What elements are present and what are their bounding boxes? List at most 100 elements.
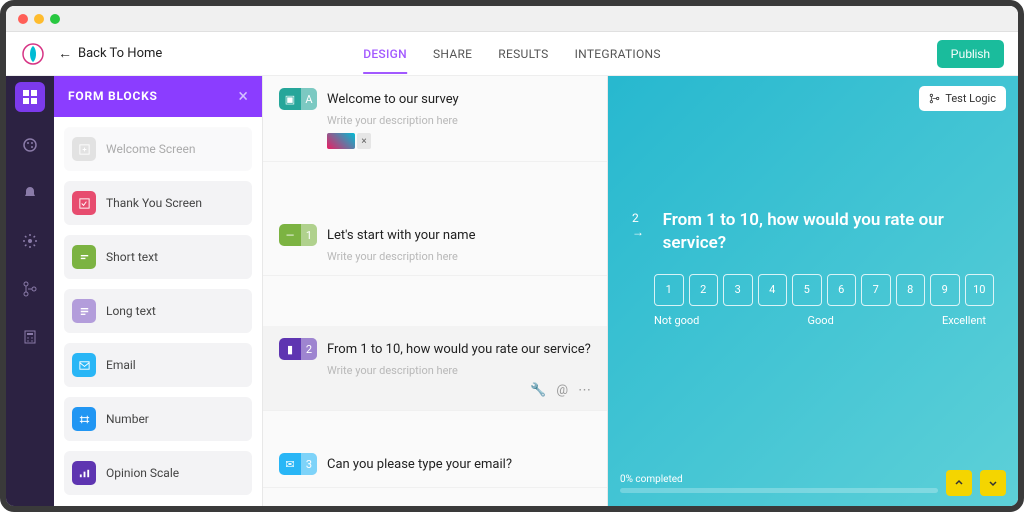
question-item-email[interactable]: ✉3 Can you please type your email? <box>263 441 607 488</box>
question-desc-placeholder[interactable]: Write your description here <box>327 114 591 127</box>
shorttext-badge-icon: — <box>279 224 301 246</box>
palette-icon <box>22 137 38 153</box>
scale-labels: Not good Good Excellent <box>632 314 994 327</box>
scale-option-7[interactable]: 7 <box>861 274 891 306</box>
opinion-scale-icon <box>72 461 96 485</box>
app-logo <box>20 41 46 67</box>
question-item-name[interactable]: —1 Let's start with your name Write your… <box>263 212 607 276</box>
question-tools: 🔧 @ ⋯ <box>279 383 591 398</box>
preview-prev-button[interactable] <box>946 470 972 496</box>
preview-next-button[interactable] <box>980 470 1006 496</box>
block-label: Long text <box>106 304 156 318</box>
mac-close-button[interactable] <box>18 14 28 24</box>
blocks-panel-close[interactable]: × <box>238 86 248 107</box>
tab-design[interactable]: DESIGN <box>363 33 407 74</box>
welcome-icon <box>72 137 96 161</box>
form-preview: Test Logic 2 → From 1 to 10, how would y… <box>608 76 1018 506</box>
block-number[interactable]: Number <box>64 397 252 441</box>
question-item-rating[interactable]: ▮2 From 1 to 10, how would you rate our … <box>263 326 607 411</box>
blocks-panel-title: FORM BLOCKS <box>68 89 158 103</box>
block-welcome-screen[interactable]: Welcome Screen <box>64 127 252 171</box>
question-title: Can you please type your email? <box>327 457 512 472</box>
question-badge: 3 <box>301 453 317 475</box>
scale-label-left: Not good <box>654 314 699 327</box>
preview-footer: 0% completed <box>608 460 1018 506</box>
chevron-up-icon <box>954 478 964 488</box>
scale-option-8[interactable]: 8 <box>896 274 926 306</box>
scale-option-10[interactable]: 10 <box>965 274 995 306</box>
progress-bar <box>620 488 938 493</box>
bell-icon <box>22 185 38 201</box>
thankyou-icon <box>72 191 96 215</box>
block-label: Email <box>106 358 136 372</box>
question-title: Let's start with your name <box>327 228 475 243</box>
mac-minimize-button[interactable] <box>34 14 44 24</box>
question-editor: ▣A Welcome to our survey Write your desc… <box>262 76 608 506</box>
tool-at-icon[interactable]: @ <box>556 383 568 398</box>
scale-badge-icon: ▮ <box>279 338 301 360</box>
email-badge-icon: ✉ <box>279 453 301 475</box>
test-logic-button[interactable]: Test Logic <box>919 86 1006 111</box>
arrow-left-icon: ← <box>58 45 72 62</box>
short-text-icon <box>72 245 96 269</box>
publish-button[interactable]: Publish <box>937 40 1004 68</box>
scale-option-6[interactable]: 6 <box>827 274 857 306</box>
question-desc-placeholder[interactable]: Write your description here <box>327 250 591 263</box>
email-icon <box>72 353 96 377</box>
blocks-list: Welcome Screen Thank You Screen Short te… <box>54 117 262 505</box>
block-label: Number <box>106 412 149 426</box>
welcome-badge-icon: ▣ <box>279 88 301 110</box>
tab-integrations[interactable]: INTEGRATIONS <box>575 33 661 74</box>
block-long-text[interactable]: Long text <box>64 289 252 333</box>
blocks-panel-header: FORM BLOCKS × <box>54 76 262 117</box>
block-opinion-scale[interactable]: Opinion Scale <box>64 451 252 495</box>
question-desc-placeholder[interactable]: Write your description here <box>327 364 591 377</box>
branch-icon <box>22 281 38 297</box>
question-title: Welcome to our survey <box>327 92 459 107</box>
block-label: Opinion Scale <box>106 466 179 480</box>
question-badge: 2 <box>301 338 317 360</box>
calculator-icon <box>22 329 38 345</box>
iconbar-calculator[interactable] <box>15 322 45 352</box>
mac-fullscreen-button[interactable] <box>50 14 60 24</box>
scale-option-1[interactable]: 1 <box>654 274 684 306</box>
iconbar-blocks[interactable] <box>15 82 45 112</box>
grid-icon <box>22 89 38 105</box>
long-text-icon <box>72 299 96 323</box>
preview-question-text: From 1 to 10, how would you rate our ser… <box>663 209 994 253</box>
attachment-remove[interactable]: × <box>357 133 371 149</box>
back-label: Back To Home <box>78 46 162 61</box>
question-item-welcome[interactable]: ▣A Welcome to our survey Write your desc… <box>263 76 607 162</box>
mac-titlebar <box>6 6 1018 32</box>
tab-share[interactable]: SHARE <box>433 33 472 74</box>
scale-option-9[interactable]: 9 <box>930 274 960 306</box>
iconbar-notifications[interactable] <box>15 178 45 208</box>
gear-icon <box>22 233 38 249</box>
test-logic-label: Test Logic <box>945 92 996 105</box>
block-thank-you[interactable]: Thank You Screen <box>64 181 252 225</box>
scale-option-3[interactable]: 3 <box>723 274 753 306</box>
scale-option-5[interactable]: 5 <box>792 274 822 306</box>
tool-more-icon[interactable]: ⋯ <box>578 383 591 398</box>
iconbar-logic[interactable] <box>15 274 45 304</box>
scale-option-4[interactable]: 4 <box>758 274 788 306</box>
app-body: FORM BLOCKS × Welcome Screen Thank You S… <box>6 76 1018 506</box>
attachment-thumb[interactable] <box>327 133 355 149</box>
iconbar-settings[interactable] <box>15 226 45 256</box>
scale-option-2[interactable]: 2 <box>689 274 719 306</box>
app-window: ← Back To Home DESIGN SHARE RESULTS INTE… <box>0 0 1024 512</box>
preview-body: 2 → From 1 to 10, how would you rate our… <box>608 76 1018 460</box>
question-badge: A <box>301 88 317 110</box>
block-short-text[interactable]: Short text <box>64 235 252 279</box>
iconbar-theme[interactable] <box>15 130 45 160</box>
scale-label-right: Excellent <box>942 314 986 327</box>
tab-results[interactable]: RESULTS <box>498 33 548 74</box>
tool-wrench-icon[interactable]: 🔧 <box>530 383 546 398</box>
opinion-scale-row: 1 2 3 4 5 6 7 8 9 10 <box>632 274 994 306</box>
app-header: ← Back To Home DESIGN SHARE RESULTS INTE… <box>6 32 1018 76</box>
back-to-home-link[interactable]: ← Back To Home <box>58 45 162 62</box>
block-email[interactable]: Email <box>64 343 252 387</box>
question-attachment: × <box>327 133 591 149</box>
left-iconbar <box>6 76 54 506</box>
block-label: Short text <box>106 250 158 264</box>
